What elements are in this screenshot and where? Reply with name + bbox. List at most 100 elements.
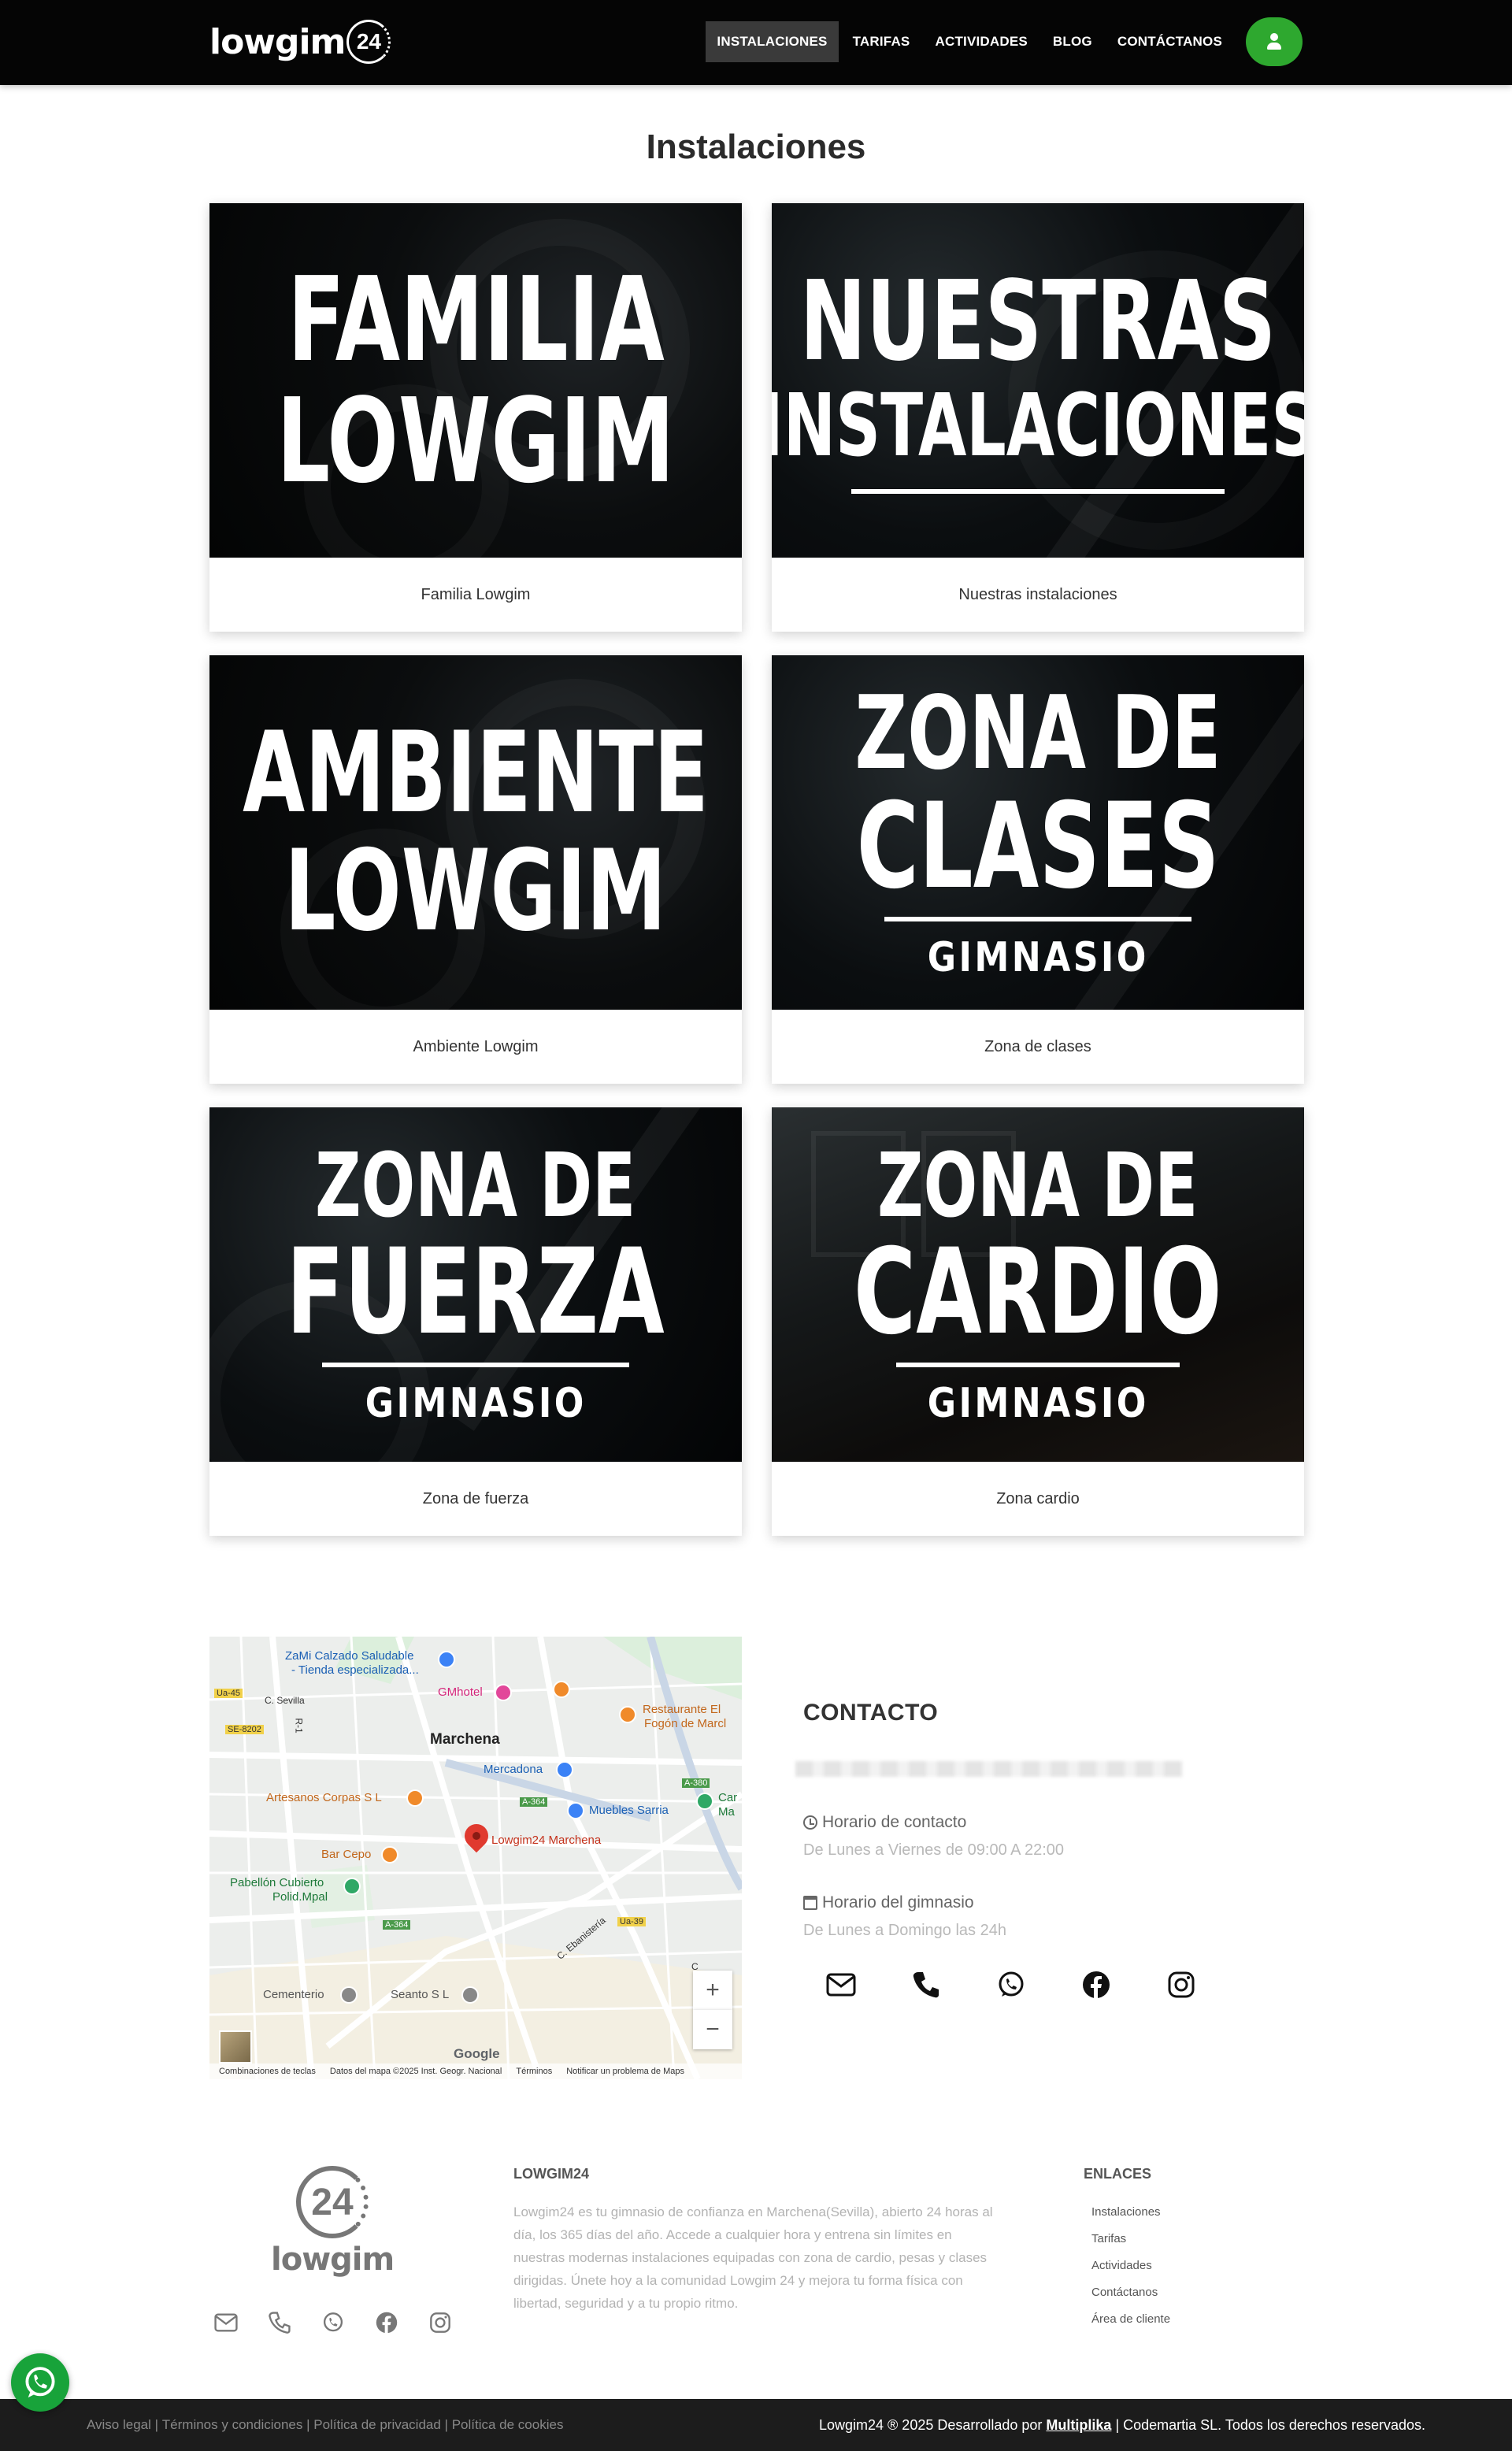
card-image-divider bbox=[896, 1363, 1180, 1367]
road-badge: A-364 bbox=[383, 1920, 411, 1930]
copyright: Lowgim24 ® 2025 Desarrollado por Multipl… bbox=[819, 2399, 1425, 2451]
contact-hours-label: Horario de contacto bbox=[803, 1813, 966, 1832]
store-icon[interactable] bbox=[406, 1789, 424, 1807]
zoom-in-button[interactable]: + bbox=[693, 1971, 732, 2010]
whatsapp-float-button[interactable] bbox=[11, 2353, 69, 2412]
legal-link-privacidad[interactable]: Política de privacidad bbox=[313, 2417, 441, 2433]
instagram-icon[interactable] bbox=[428, 2311, 452, 2334]
map-label-restaurante-2: Fogón de Marcl bbox=[644, 1717, 727, 1730]
nav-blog[interactable]: BLOG bbox=[1042, 21, 1103, 62]
card-image-line-2: LOWGIM bbox=[276, 373, 675, 509]
card-image-line-1: NUESTRAS bbox=[799, 258, 1277, 386]
redacted-address bbox=[795, 1761, 1183, 1777]
card-image-line-1: ZONA DE bbox=[854, 675, 1221, 792]
user-icon bbox=[1267, 33, 1281, 50]
card-image-line-1: FAMILIA bbox=[287, 252, 665, 387]
shopping-icon[interactable] bbox=[567, 1802, 584, 1819]
sports-icon[interactable] bbox=[343, 1878, 361, 1895]
zoom-out-button[interactable]: − bbox=[693, 2010, 732, 2049]
phone-icon[interactable] bbox=[268, 2311, 291, 2334]
card-zona-clases[interactable]: ZONA DE CLASES GIMNASIO Zona de clases bbox=[772, 655, 1304, 1084]
phone-icon[interactable] bbox=[910, 1969, 942, 2000]
place-icon[interactable] bbox=[461, 1986, 479, 2004]
google-logo: Google bbox=[454, 2046, 500, 2061]
gym-hours-value: De Lunes a Domingo las 24h bbox=[803, 1922, 1006, 1939]
nav-instalaciones[interactable]: INSTALACIONES bbox=[706, 21, 839, 62]
envelope-icon[interactable] bbox=[825, 1969, 857, 2000]
bar-icon[interactable] bbox=[381, 1846, 398, 1863]
satellite-thumbnail[interactable] bbox=[219, 2030, 252, 2064]
legal-link-aviso[interactable]: Aviso legal bbox=[87, 2417, 151, 2433]
map-attribution: Combinaciones de teclas Datos del mapa ©… bbox=[209, 2064, 742, 2079]
footer-social-links bbox=[214, 2311, 452, 2334]
road-badge: A-380 bbox=[682, 1778, 710, 1788]
footer-logo[interactable]: 24 lowgim bbox=[268, 2166, 402, 2284]
footer-link-instalaciones[interactable]: Instalaciones bbox=[1091, 2202, 1170, 2229]
card-image-line-2: CARDIO bbox=[854, 1224, 1222, 1361]
user-account-button[interactable] bbox=[1246, 17, 1303, 66]
legal-separator: | bbox=[150, 2417, 162, 2432]
legal-link-terminos[interactable]: Términos y condiciones bbox=[162, 2417, 303, 2433]
footer-links: Instalaciones Tarifas Actividades Contác… bbox=[1091, 2202, 1170, 2336]
map-label-cementerio: Cementerio bbox=[263, 1988, 324, 2001]
map-label-artesanos: Artesanos Corpas S L bbox=[266, 1791, 382, 1804]
map-label-restaurante: Restaurante El bbox=[643, 1703, 721, 1716]
hotel-icon[interactable] bbox=[495, 1684, 512, 1701]
map-data-credit: Datos del mapa ©2025 Inst. Geogr. Nacion… bbox=[329, 2067, 502, 2076]
footer-link-actividades[interactable]: Actividades bbox=[1091, 2256, 1170, 2282]
map-keyboard-shortcuts[interactable]: Combinaciones de teclas bbox=[219, 2067, 316, 2076]
shopping-icon[interactable] bbox=[438, 1651, 455, 1668]
facebook-icon[interactable] bbox=[375, 2311, 398, 2334]
restaurant-icon[interactable] bbox=[553, 1681, 570, 1698]
card-image: ZONA DE CARDIO GIMNASIO bbox=[772, 1107, 1304, 1462]
card-image: NUESTRAS INSTALACIONES bbox=[772, 203, 1304, 558]
facebook-icon[interactable] bbox=[1080, 1969, 1112, 2000]
footer-link-tarifas[interactable]: Tarifas bbox=[1091, 2229, 1170, 2256]
footer-link-contactanos[interactable]: Contáctanos bbox=[1091, 2282, 1170, 2309]
card-image-divider bbox=[884, 917, 1191, 921]
site-logo[interactable]: lowgim 24 bbox=[209, 17, 391, 66]
contact-social-links bbox=[825, 1969, 1197, 2000]
whatsapp-icon[interactable] bbox=[995, 1969, 1027, 2000]
location-map[interactable]: ZaMi Calzado Saludable - Tienda especial… bbox=[209, 1637, 742, 2079]
whatsapp-icon[interactable] bbox=[321, 2311, 345, 2334]
legal-link-cookies[interactable]: Política de cookies bbox=[452, 2417, 564, 2433]
nav-tarifas[interactable]: TARIFAS bbox=[842, 21, 921, 62]
instagram-icon[interactable] bbox=[1166, 1969, 1197, 2000]
card-ambiente-lowgim[interactable]: AMBIENTE LOWGIM Ambiente Lowgim bbox=[209, 655, 742, 1084]
nav-actividades[interactable]: ACTIVIDADES bbox=[924, 21, 1038, 62]
developer-link[interactable]: Multiplika bbox=[1046, 2417, 1111, 2434]
map-report-link[interactable]: Notificar un problema de Maps bbox=[566, 2067, 684, 2076]
footer-link-area-cliente[interactable]: Área de cliente bbox=[1091, 2309, 1170, 2336]
logo-badge: 24 bbox=[346, 20, 391, 64]
contact-hours-text: Horario de contacto bbox=[822, 1813, 967, 1831]
card-image-divider bbox=[851, 489, 1225, 494]
map-label-pabellon-2: Polid.Mpal bbox=[272, 1890, 328, 1904]
restaurant-icon[interactable] bbox=[619, 1706, 636, 1723]
card-image-line-1: AMBIENTE bbox=[243, 708, 709, 838]
card-zona-fuerza[interactable]: ZONA DE FUERZA GIMNASIO Zona de fuerza bbox=[209, 1107, 742, 1536]
map-label-mercadona: Mercadona bbox=[484, 1763, 543, 1776]
footer-links-title: ENLACES bbox=[1084, 2166, 1152, 2182]
place-icon[interactable] bbox=[696, 1793, 713, 1810]
road-badge: Ua-45 bbox=[214, 1689, 243, 1698]
envelope-icon[interactable] bbox=[214, 2311, 238, 2334]
map-label-pabellon: Pabellón Cubierto bbox=[230, 1876, 324, 1889]
card-familia-lowgim[interactable]: FAMILIA LOWGIM Familia Lowgim bbox=[209, 203, 742, 632]
main-nav: INSTALACIONES TARIFAS ACTIVIDADES BLOG C… bbox=[706, 17, 1303, 66]
map-terms-link[interactable]: Términos bbox=[516, 2067, 552, 2076]
card-zona-cardio[interactable]: ZONA DE CARDIO GIMNASIO Zona cardio bbox=[772, 1107, 1304, 1536]
map-label-barcepo: Bar Cepo bbox=[321, 1848, 372, 1861]
card-nuestras-instalaciones[interactable]: NUESTRAS INSTALACIONES Nuestras instalac… bbox=[772, 203, 1304, 632]
map-label-muebles: Muebles Sarria bbox=[589, 1804, 669, 1817]
card-image-subtitle: GIMNASIO bbox=[927, 934, 1149, 981]
clock-icon bbox=[803, 1815, 817, 1830]
card-image-line-2: FUERZA bbox=[286, 1224, 665, 1361]
card-image-subtitle: GIMNASIO bbox=[365, 1380, 587, 1427]
nav-contactanos[interactable]: CONTÁCTANOS bbox=[1106, 21, 1233, 62]
cemetery-icon[interactable] bbox=[340, 1986, 358, 2004]
card-image-line-2: CLASES bbox=[856, 778, 1220, 915]
shopping-icon[interactable] bbox=[556, 1761, 573, 1778]
card-image: ZONA DE FUERZA GIMNASIO bbox=[209, 1107, 742, 1462]
card-image-line-2: INSTALACIONES bbox=[772, 375, 1304, 476]
